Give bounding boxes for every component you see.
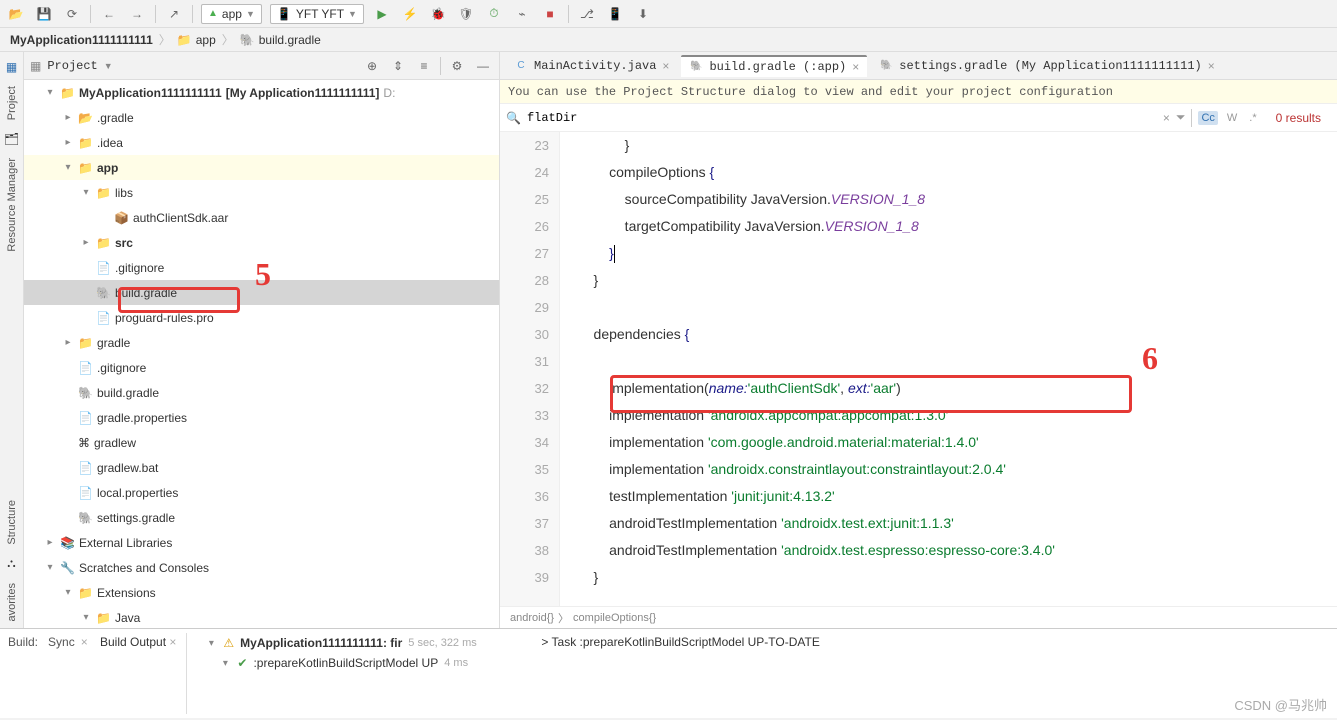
sdk-icon[interactable]: ⬇ [633, 4, 653, 24]
editor-gutter[interactable]: 2324252627282930313233343536373839 [500, 132, 560, 606]
target-icon[interactable]: ⊕ [362, 56, 382, 76]
editor-tab[interactable]: 🐘settings.gradle (My Application11111111… [871, 55, 1222, 77]
words-toggle[interactable]: W [1224, 111, 1240, 125]
tree-item[interactable]: ▾📁 libs [24, 180, 499, 205]
editor-tabs: CMainActivity.java×🐘build.gradle (:app)×… [500, 52, 1337, 80]
search-icon: 🔍 [506, 111, 521, 125]
project-tool-label[interactable]: Project [6, 80, 18, 126]
project-tool-icon[interactable]: ▦ [6, 60, 17, 74]
expand-icon[interactable]: ≡ [414, 56, 434, 76]
editor-tab[interactable]: CMainActivity.java× [506, 55, 677, 77]
project-mode-icon[interactable]: ▦ [30, 59, 41, 73]
run-config-label: app [222, 7, 242, 21]
gear-icon[interactable]: ⚙ [447, 56, 467, 76]
build-tab-output[interactable]: Build Output [100, 635, 166, 649]
editor-code[interactable]: } compileOptions { sourceCompatibility J… [560, 132, 1337, 606]
watermark: CSDN @马兆帅 [1234, 695, 1327, 714]
device-combo[interactable]: 📱 YFT YFT ▼ [270, 4, 364, 24]
open-icon[interactable]: 📂 [6, 4, 26, 24]
regex-toggle[interactable]: .* [1246, 111, 1259, 125]
coverage-icon[interactable]: 🛡 [456, 4, 476, 24]
run-config-combo[interactable]: ▲ app ▼ [201, 4, 262, 24]
tree-item[interactable]: 📄 .gitignore [24, 355, 499, 380]
debug-icon[interactable]: 🐞 [428, 4, 448, 24]
tree-item[interactable]: 📄 proguard-rules.pro [24, 305, 499, 330]
build-panel: Build: Sync × Build Output × ▾⚠ MyApplic… [0, 628, 1337, 718]
hide-icon[interactable]: — [473, 56, 493, 76]
match-case-toggle[interactable]: Cc [1198, 111, 1217, 125]
apply-icon[interactable]: ⚡ [400, 4, 420, 24]
tree-item[interactable]: ▸📁 gradle [24, 330, 499, 355]
breadcrumbs: MyApplication1111111111 〉 📁app 〉 🐘build.… [0, 28, 1337, 52]
filter-icon[interactable]: ⏷ [1176, 110, 1186, 125]
build-row[interactable]: ▾⚠ MyApplication1111111111: fir 5 sec, 3… [193, 633, 531, 653]
project-panel: ▦ Project ▼ ⊕ ⇕ ≡ ⚙ — ▾📁 MyApplication11… [24, 52, 500, 628]
avd-icon[interactable]: 📱 [605, 4, 625, 24]
tree-item[interactable]: ▾📁 Java [24, 605, 499, 628]
tree-item[interactable]: ▸📚 External Libraries [24, 530, 499, 555]
structure-icon[interactable]: ⛬ [7, 556, 15, 571]
close-icon[interactable]: × [1208, 59, 1215, 73]
tree-item[interactable]: ▾📁 app [24, 155, 499, 180]
editor-tab[interactable]: 🐘build.gradle (:app)× [681, 55, 867, 77]
tree-item[interactable]: 🐘 build.gradle [24, 380, 499, 405]
main-toolbar: 📂 💾 ⟳ ← → ↗ ▲ app ▼ 📱 YFT YFT ▼ ▶ ⚡ 🐞 🛡 … [0, 0, 1337, 28]
build-output-text: > Task :prepareKotlinBuildScriptModel UP… [541, 635, 819, 649]
project-mode-label[interactable]: Project [47, 59, 97, 73]
code-breadcrumbs[interactable]: android{}〉compileOptions{} [500, 606, 1337, 628]
search-input[interactable] [527, 111, 1157, 125]
project-structure-banner[interactable]: You can use the Project Structure dialog… [500, 80, 1337, 104]
profile-icon[interactable]: ⏱ [484, 4, 504, 24]
tree-item[interactable]: 📄 .gitignore [24, 255, 499, 280]
tree-item[interactable]: 🐘 build.gradle [24, 280, 499, 305]
forward-icon[interactable]: → [127, 4, 147, 24]
tree-item[interactable]: ▾🔧 Scratches and Consoles [24, 555, 499, 580]
vcs-icon[interactable]: ⎇ [577, 4, 597, 24]
tree-item[interactable]: 🐘 settings.gradle [24, 505, 499, 530]
hammer-icon[interactable]: ↗ [164, 4, 184, 24]
structure-label[interactable]: Structure [6, 494, 18, 551]
search-results: 0 results [1266, 111, 1331, 125]
build-label: Build: [8, 635, 38, 649]
tree-item[interactable]: 📄 local.properties [24, 480, 499, 505]
close-icon[interactable]: × [852, 60, 859, 74]
collapse-icon[interactable]: ⇕ [388, 56, 408, 76]
breadcrumb-item[interactable]: 🐘build.gradle [240, 33, 321, 47]
tree-item[interactable]: ▾📁 MyApplication1111111111 [My Applicati… [24, 80, 499, 105]
tree-item[interactable]: ▸📂 .gradle [24, 105, 499, 130]
refresh-icon[interactable]: ⟳ [62, 4, 82, 24]
left-tool-strip: ▦ Project 🗂 Resource Manager Structure ⛬… [0, 52, 24, 628]
tree-item[interactable]: 📄 gradlew.bat [24, 455, 499, 480]
build-tab-sync[interactable]: Sync [48, 635, 75, 649]
favorites-label[interactable]: avorites [6, 577, 18, 628]
tree-item[interactable]: ⌘ gradlew [24, 430, 499, 455]
tree-item[interactable]: 📄 gradle.properties [24, 405, 499, 430]
search-bar: 🔍 × ⏷ Cc W .* 0 results [500, 104, 1337, 132]
build-row[interactable]: ▾✔ :prepareKotlinBuildScriptModel UP 4 m… [193, 653, 531, 673]
tree-item[interactable]: ▾📁 Extensions [24, 580, 499, 605]
close-icon[interactable]: × [662, 59, 669, 73]
tree-item[interactable]: 📦 authClientSdk.aar [24, 205, 499, 230]
tree-item[interactable]: ▸📁 src [24, 230, 499, 255]
back-icon[interactable]: ← [99, 4, 119, 24]
project-tree[interactable]: ▾📁 MyApplication1111111111 [My Applicati… [24, 80, 499, 628]
save-icon[interactable]: 💾 [34, 4, 54, 24]
resource-manager-label[interactable]: Resource Manager [6, 152, 18, 258]
breadcrumb-item[interactable]: 📁app [177, 33, 216, 47]
breadcrumb-item[interactable]: MyApplication1111111111 [10, 33, 153, 47]
tree-item[interactable]: ▸📁 .idea [24, 130, 499, 155]
attach-icon[interactable]: ⌁ [512, 4, 532, 24]
stop-icon[interactable]: ■ [540, 4, 560, 24]
resource-manager-icon[interactable]: 🗂 [4, 132, 19, 146]
device-label: YFT YFT [296, 7, 344, 21]
run-icon[interactable]: ▶ [372, 4, 392, 24]
clear-icon[interactable]: × [1163, 111, 1170, 125]
